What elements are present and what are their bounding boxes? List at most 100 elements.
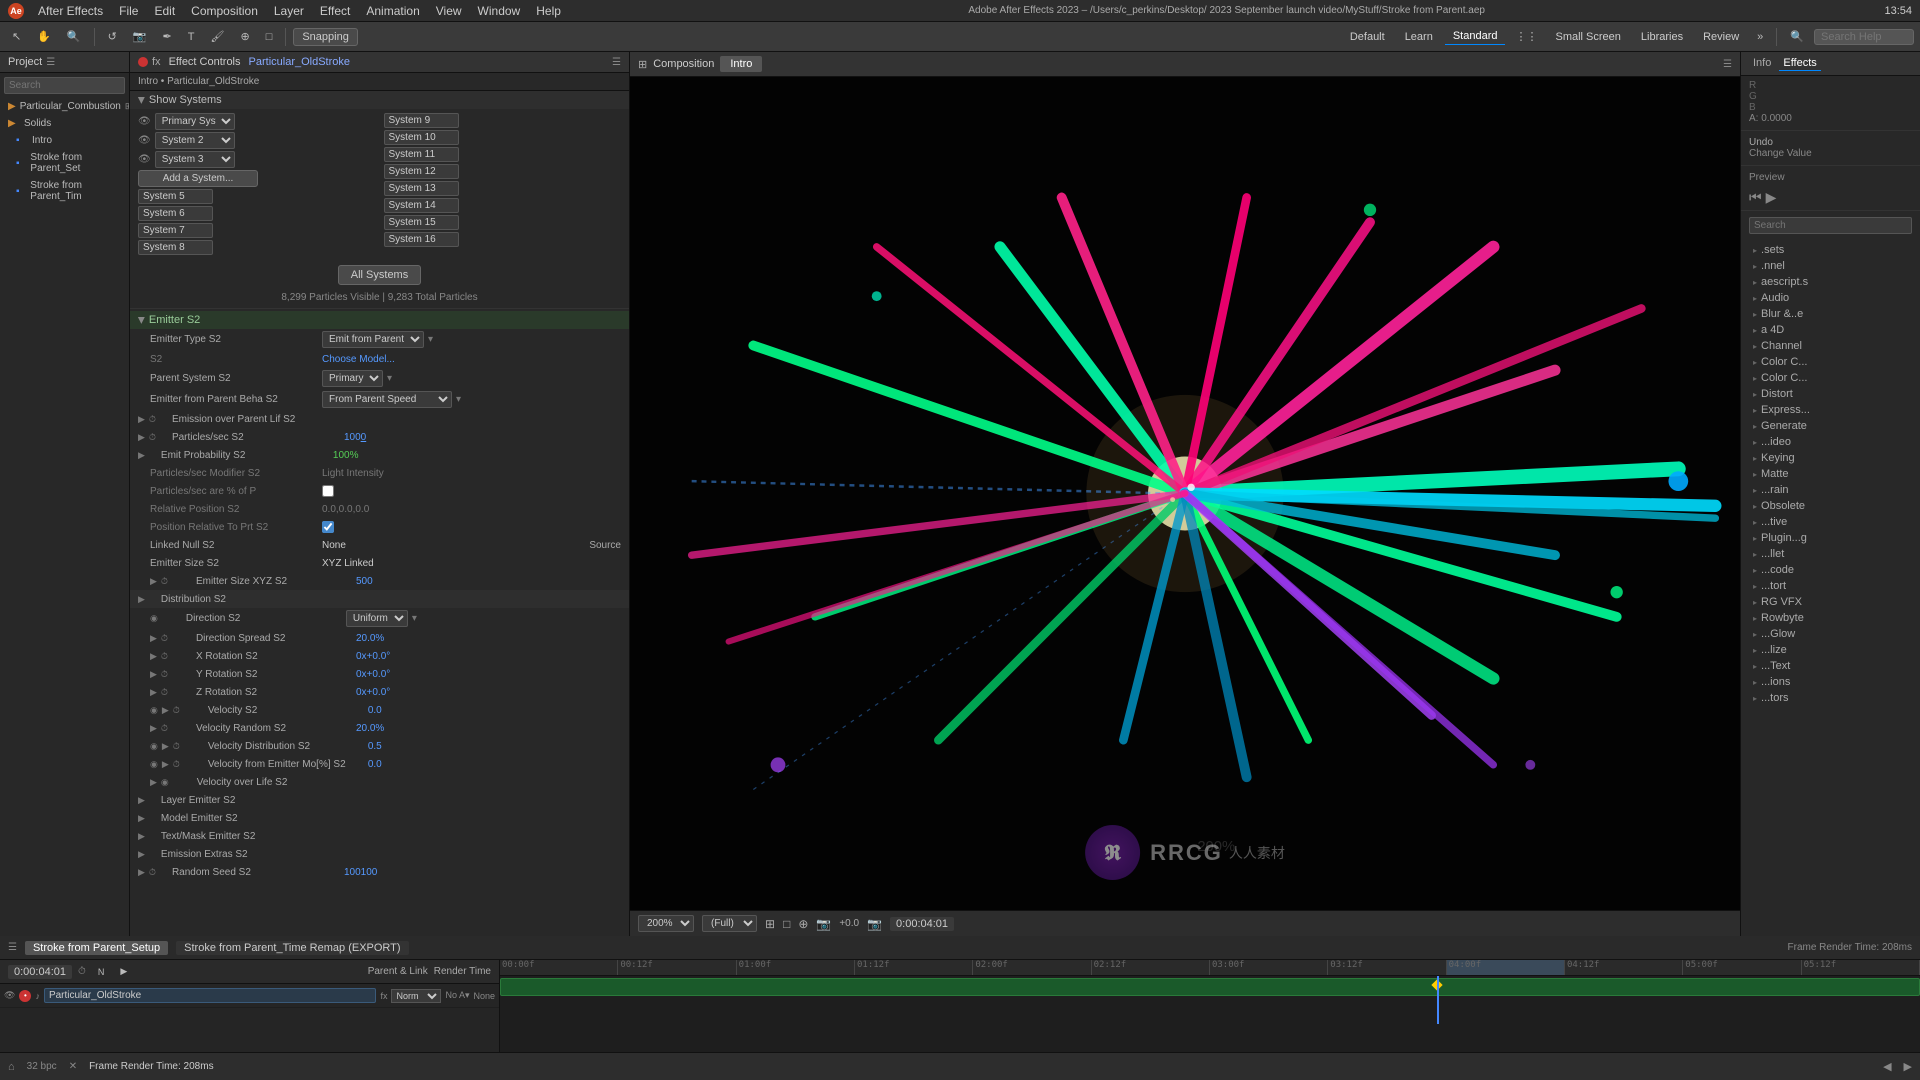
particles-pct-checkbox[interactable] [322, 485, 334, 497]
layer-blend-select[interactable]: Norm [391, 989, 441, 1003]
sys12-input[interactable] [384, 164, 459, 179]
toolbar-text[interactable]: T [182, 28, 201, 46]
toolbar-brush[interactable]: 🖌 [205, 27, 231, 46]
project-item-solids[interactable]: ▶ Solids [0, 115, 129, 132]
search-input[interactable] [1814, 29, 1914, 45]
menu-effect[interactable]: Effect [312, 4, 358, 18]
eye-s2[interactable]: 👁 [138, 135, 151, 146]
workspace-default[interactable]: Default [1342, 29, 1393, 45]
info-tab-effects[interactable]: Effects [1779, 56, 1820, 71]
zrot-value[interactable]: 0x+0.0° [356, 687, 621, 698]
toolbar-zoom-tool[interactable]: 🔍 [61, 27, 87, 46]
velemit-expand[interactable]: ▶ [162, 759, 169, 770]
effect-item-plugin[interactable]: Plugin...g [1741, 530, 1920, 546]
sys13-input[interactable] [384, 181, 459, 196]
velrand-expand[interactable]: ▶ [150, 723, 157, 734]
add-system-button[interactable]: Add a System... [138, 170, 258, 187]
effect-item-generate[interactable]: Generate [1741, 418, 1920, 434]
emitter-xyz-expand[interactable]: ▶ [150, 576, 157, 587]
vellife-expand[interactable]: ▶ [150, 777, 157, 788]
effects-search-input[interactable] [1749, 217, 1912, 234]
yrot-value[interactable]: 0x+0.0° [356, 669, 621, 680]
emission-extras-expand[interactable]: ▶ [138, 849, 145, 860]
effect-item-blur[interactable]: Blur &..e [1741, 306, 1920, 322]
effect-item-text[interactable]: ...Text [1741, 658, 1920, 674]
timeline-menu[interactable]: ☰ [8, 942, 17, 953]
stopwatch-velemit[interactable]: ⏱ [173, 759, 180, 770]
system-7-input[interactable] [138, 223, 213, 238]
prev-play-btn[interactable]: ▶ [1766, 189, 1777, 206]
veldist-value[interactable]: 0.5 [368, 741, 621, 752]
velemit-value[interactable]: 0.0 [368, 759, 621, 770]
menu-animation[interactable]: Animation [358, 4, 427, 18]
status-clear-btn[interactable]: ✕ [69, 1061, 77, 1072]
effect-item-channel[interactable]: Channel [1741, 338, 1920, 354]
search-icon[interactable]: 🔍 [1784, 27, 1810, 46]
project-search-input[interactable] [4, 77, 125, 94]
prev-first-btn[interactable]: ⏮ [1749, 189, 1762, 206]
effect-item-lize[interactable]: ...lize [1741, 642, 1920, 658]
effect-item-audio[interactable]: Audio [1741, 290, 1920, 306]
system-3-select[interactable]: System 3 [155, 151, 235, 168]
xrot-expand[interactable]: ▶ [150, 651, 157, 662]
toolbar-rotate[interactable]: ↺ [102, 27, 123, 46]
particles-sec-expand[interactable]: ▶ [138, 432, 145, 443]
distribution-expand[interactable]: ▶ [138, 594, 145, 605]
layer-emitter-expand[interactable]: ▶ [138, 795, 145, 806]
comp-snapshot-btn[interactable]: 📷 [867, 917, 882, 931]
timeline-tab-remap[interactable]: Stroke from Parent_Time Remap (EXPORT) [176, 941, 408, 955]
menu-window[interactable]: Window [470, 4, 529, 18]
choose-model-link[interactable]: Choose Model... [322, 354, 395, 365]
comp-3d-btn[interactable]: ⊕ [798, 917, 808, 931]
status-home-btn[interactable]: ⌂ [8, 1061, 15, 1073]
effect-item-colorc[interactable]: Color C... [1741, 354, 1920, 370]
effect-item-ideo[interactable]: ...ideo [1741, 434, 1920, 450]
effect-item-a4d[interactable]: a 4D [1741, 322, 1920, 338]
emitter-parent-beha-select[interactable]: From Parent Speed [322, 391, 452, 408]
layer-name-input[interactable] [44, 988, 377, 1003]
emitter-size-xyz-value[interactable]: 500 [356, 576, 621, 587]
menu-edit[interactable]: Edit [146, 4, 183, 18]
effect-item-rain[interactable]: ...rain [1741, 482, 1920, 498]
sys9-input[interactable] [384, 113, 459, 128]
sys11-input[interactable] [384, 147, 459, 162]
xrot-value[interactable]: 0x+0.0° [356, 651, 621, 662]
model-emitter-expand[interactable]: ▶ [138, 813, 145, 824]
stopwatch-velrand[interactable]: ⏱ [161, 723, 168, 734]
layer-eye[interactable]: 👁 [4, 990, 15, 1001]
system-5-input[interactable] [138, 189, 213, 204]
menu-layer[interactable]: Layer [266, 4, 312, 18]
vel-expand[interactable]: ▶ [162, 705, 169, 716]
particles-sec-value[interactable]: 1000 [344, 432, 621, 443]
effect-item-rowbyte[interactable]: Rowbyte [1741, 610, 1920, 626]
menu-view[interactable]: View [428, 4, 470, 18]
toolbar-shape[interactable]: □ [260, 28, 279, 46]
workspace-standard[interactable]: Standard [1445, 28, 1506, 45]
info-tab-info[interactable]: Info [1749, 56, 1775, 71]
effect-item-code[interactable]: ...code [1741, 562, 1920, 578]
sys10-input[interactable] [384, 130, 459, 145]
layer-audio[interactable]: ♪ [35, 991, 40, 1001]
all-systems-button[interactable]: All Systems [338, 265, 421, 285]
project-panel-menu[interactable]: ☰ [46, 57, 55, 68]
menu-help[interactable]: Help [528, 4, 569, 18]
menu-file[interactable]: File [111, 4, 146, 18]
eye-primary[interactable]: 👁 [138, 116, 151, 127]
snapping-button[interactable]: Snapping [293, 28, 358, 46]
emission-expand[interactable]: ▶ [138, 414, 145, 425]
workspace-options[interactable]: ⋮⋮ [1509, 27, 1543, 46]
timeline-opts-btn[interactable]: ⏱ [78, 966, 86, 977]
comp-menu-btn[interactable]: ☰ [1723, 59, 1732, 70]
workspace-libraries[interactable]: Libraries [1633, 29, 1691, 45]
workspace-learn[interactable]: Learn [1397, 29, 1441, 45]
stopwatch-xrot[interactable]: ⏱ [161, 651, 168, 662]
effect-item-distort[interactable]: Distort [1741, 386, 1920, 402]
comp-safe-btn[interactable]: □ [783, 917, 790, 931]
system-primary-select[interactable]: Primary System [155, 113, 235, 130]
effect-item-nnel[interactable]: .nnel [1741, 258, 1920, 274]
tl-mode-btn[interactable]: N [92, 964, 111, 980]
effect-item-rgvfx[interactable]: RG VFX [1741, 594, 1920, 610]
project-item-intro[interactable]: ▪ Intro [0, 132, 129, 149]
system-6-input[interactable] [138, 206, 213, 221]
stopwatch-veldist[interactable]: ⏱ [173, 741, 180, 752]
